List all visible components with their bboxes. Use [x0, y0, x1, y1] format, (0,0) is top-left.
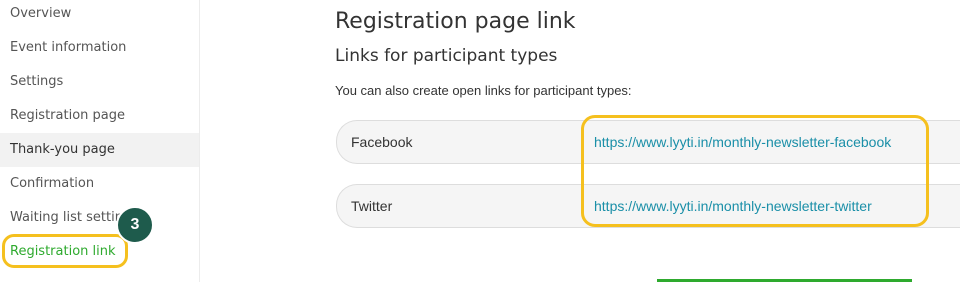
step-badge: 3	[116, 206, 154, 244]
page-title: Registration page link	[335, 9, 576, 34]
section-description: You can also create open links for parti…	[335, 83, 632, 98]
main-content: Registration page link Links for partici…	[200, 0, 960, 282]
sidebar-item-event-information[interactable]: Event information	[0, 31, 199, 65]
sidebar-item-waiting-list-settings[interactable]: Waiting list settings	[0, 201, 199, 235]
sidebar-item-overview[interactable]: Overview	[0, 0, 199, 31]
participant-type-label: Facebook	[351, 134, 413, 150]
sidebar-item-thank-you-page[interactable]: Thank-you page	[0, 133, 199, 167]
highlight-ring-links	[581, 115, 929, 227]
sidebar: Overview Event information Settings Regi…	[0, 0, 200, 282]
highlight-ring-registration-link	[2, 234, 128, 268]
section-subtitle: Links for participant types	[335, 46, 558, 66]
participant-type-label: Twitter	[351, 198, 393, 214]
sidebar-item-registration-page[interactable]: Registration page	[0, 99, 199, 133]
sidebar-item-confirmation[interactable]: Confirmation	[0, 167, 199, 201]
sidebar-item-settings[interactable]: Settings	[0, 65, 199, 99]
